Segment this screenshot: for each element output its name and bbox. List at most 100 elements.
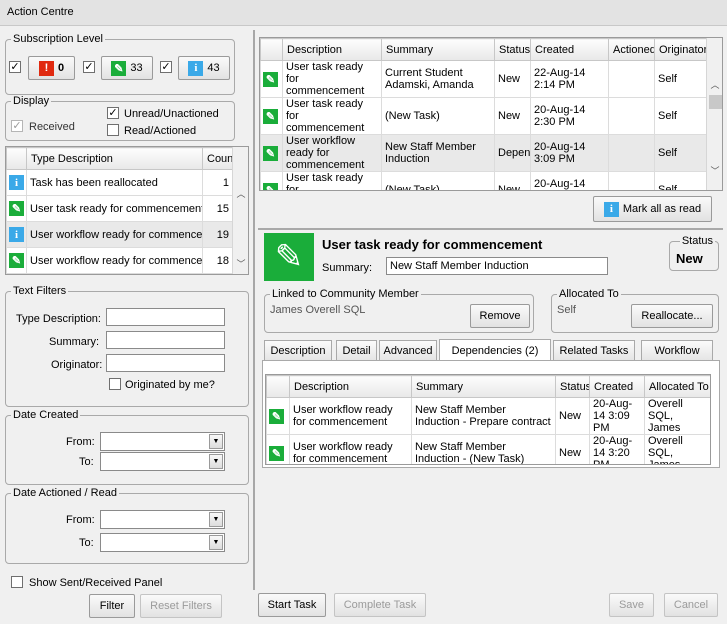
task-row[interactable]: ✎ User task ready for commencement Current… (260, 60, 707, 98)
dependency-row[interactable]: ✎ User workflow ready for commencement New… (266, 397, 710, 435)
unread-checkbox[interactable]: ✓ (107, 107, 119, 119)
cancel-button[interactable]: Cancel (664, 593, 718, 617)
scroll-down-icon[interactable]: ﹀ (707, 164, 722, 177)
read-label: Read/Actioned (124, 125, 197, 137)
dependencies-grid: Description Summary Status Created Allocated… (265, 374, 711, 465)
type-row[interactable]: ✎ User task ready for commencement 15 (6, 195, 233, 222)
status-value: New (676, 251, 703, 266)
splitter[interactable] (253, 30, 255, 590)
scroll-up-icon[interactable]: ︿ (233, 187, 248, 200)
subscription-task-toggle[interactable]: ✎ 33 (101, 56, 153, 80)
created-to-select[interactable]: ▼ (100, 452, 225, 471)
task-row[interactable]: ✎User task ready for commencement(New Ta… (260, 171, 707, 190)
subscription-high-toggle[interactable]: ! 0 (28, 56, 75, 80)
type-desc-input[interactable] (106, 308, 225, 326)
allocated-legend: Allocated To (559, 288, 619, 300)
actioned-from-select[interactable]: ▼ (100, 510, 225, 529)
show-panel-checkbox[interactable] (11, 576, 23, 588)
type-row[interactable]: ✎User workflow ready for commencement18 (6, 247, 233, 274)
type-grid-scrollbar[interactable]: ︿ ﹀ (232, 147, 248, 274)
reset-filters-button[interactable]: Reset Filters (140, 594, 222, 618)
pencil-icon: ✎ (263, 182, 278, 190)
dep-created-header[interactable]: Created (589, 375, 645, 398)
tab-related-tasks[interactable]: Related Tasks (553, 340, 635, 360)
complete-task-button[interactable]: Complete Task (334, 593, 426, 617)
pencil-icon: ✎ (269, 445, 284, 461)
status-legend: Status (681, 235, 713, 247)
type-desc-header[interactable]: Type Description (26, 147, 203, 170)
save-button[interactable]: Save (609, 593, 654, 617)
dep-description-header[interactable]: Description (289, 375, 412, 398)
count-header[interactable]: Count (202, 147, 233, 170)
pencil-icon: ✎ (269, 408, 284, 424)
summary-filter-input[interactable] (106, 331, 225, 349)
subscription-task-checkbox[interactable]: ✓ (83, 61, 95, 73)
tab-workflow[interactable]: Workflow (641, 340, 713, 360)
info-icon: i (9, 227, 24, 242)
description-header[interactable]: Description (282, 38, 382, 61)
pencil-icon: ✎ (9, 201, 24, 216)
tab-detail[interactable]: Detail (336, 340, 377, 360)
chevron-down-icon[interactable]: ▼ (209, 454, 223, 469)
info-icon: i (188, 60, 204, 76)
allocated-value: Self (557, 304, 576, 316)
filter-button[interactable]: Filter (89, 594, 135, 618)
chevron-down-icon[interactable]: ▼ (209, 535, 223, 550)
date-actioned-legend: Date Actioned / Read (13, 487, 117, 499)
dependency-row[interactable]: ✎ User workflow ready for commencement New… (266, 434, 710, 464)
actioned-header[interactable]: Actioned (608, 38, 655, 61)
task-row[interactable]: ✎User task ready for commencement(New Ta… (260, 97, 707, 135)
type-row[interactable]: i Task has been reallocated 1 (6, 169, 233, 196)
task-row[interactable]: ✎ User workflow ready for commencement New… (260, 134, 707, 172)
created-from-label: From: (66, 436, 95, 448)
detail-summary-input[interactable]: New Staff Member Induction (386, 257, 608, 275)
dep-allocated-header[interactable]: Allocated To (644, 375, 710, 398)
subscription-info-toggle[interactable]: i 43 (178, 56, 230, 80)
tab-advanced[interactable]: Advanced (379, 340, 437, 360)
originated-by-me-checkbox[interactable] (109, 378, 121, 390)
pencil-icon: ✎ (111, 60, 127, 76)
received-checkbox: ✓ (11, 120, 23, 132)
scroll-down-icon[interactable]: ﹀ (233, 257, 248, 270)
subscription-legend: Subscription Level (13, 33, 103, 45)
scroll-up-icon[interactable]: ︿ (707, 78, 722, 91)
subscription-high-checkbox[interactable]: ✓ (9, 61, 21, 73)
text-filters-legend: Text Filters (13, 285, 67, 297)
originated-by-me-label: Originated by me? (125, 379, 215, 391)
linked-legend: Linked to Community Member (272, 288, 419, 300)
summary-filter-label: Summary: (49, 336, 100, 348)
dep-status-header[interactable]: Status (555, 375, 590, 398)
dep-summary-header[interactable]: Summary (411, 375, 556, 398)
originator-input[interactable] (106, 354, 225, 372)
start-task-button[interactable]: Start Task (258, 593, 326, 617)
actioned-to-select[interactable]: ▼ (100, 533, 225, 552)
summary-header[interactable]: Summary (381, 38, 495, 61)
reallocate-button[interactable]: Reallocate... (631, 304, 713, 328)
detail-title: User task ready for commencement (322, 237, 543, 252)
display-legend: Display (13, 95, 50, 107)
type-row[interactable]: iUser workflow ready for commencement19 (6, 221, 233, 248)
created-header[interactable]: Created (530, 38, 609, 61)
originator-header[interactable]: Originator (654, 38, 707, 61)
type-grid: Type DescriptionCount iTask has been rea… (5, 146, 249, 275)
linked-member-value: James Overell SQL (270, 304, 366, 316)
remove-button[interactable]: Remove (470, 304, 530, 328)
date-created-legend: Date Created (13, 409, 79, 421)
chevron-down-icon[interactable]: ▼ (209, 512, 223, 527)
subscription-info-checkbox[interactable]: ✓ (160, 61, 172, 73)
mark-all-read-button[interactable]: i Mark all as read (593, 196, 712, 222)
unread-label: Unread/Unactioned (124, 108, 219, 120)
tab-dependencies[interactable]: Dependencies (2) (439, 339, 551, 361)
created-from-select[interactable]: ▼ (100, 432, 225, 451)
alert-icon: ! (38, 60, 54, 76)
chevron-down-icon[interactable]: ▼ (209, 434, 223, 449)
read-checkbox[interactable] (107, 124, 119, 136)
actioned-from-label: From: (66, 514, 95, 526)
scroll-thumb[interactable] (709, 95, 722, 109)
task-grid-scrollbar[interactable]: ︿ ﹀ (706, 38, 722, 190)
title-bar: Action Centre (0, 0, 727, 26)
tab-description[interactable]: Description (264, 340, 332, 360)
type-desc-label: Type Description: (16, 313, 101, 325)
pencil-icon: ✎ (263, 108, 278, 124)
status-header[interactable]: Status (494, 38, 531, 61)
